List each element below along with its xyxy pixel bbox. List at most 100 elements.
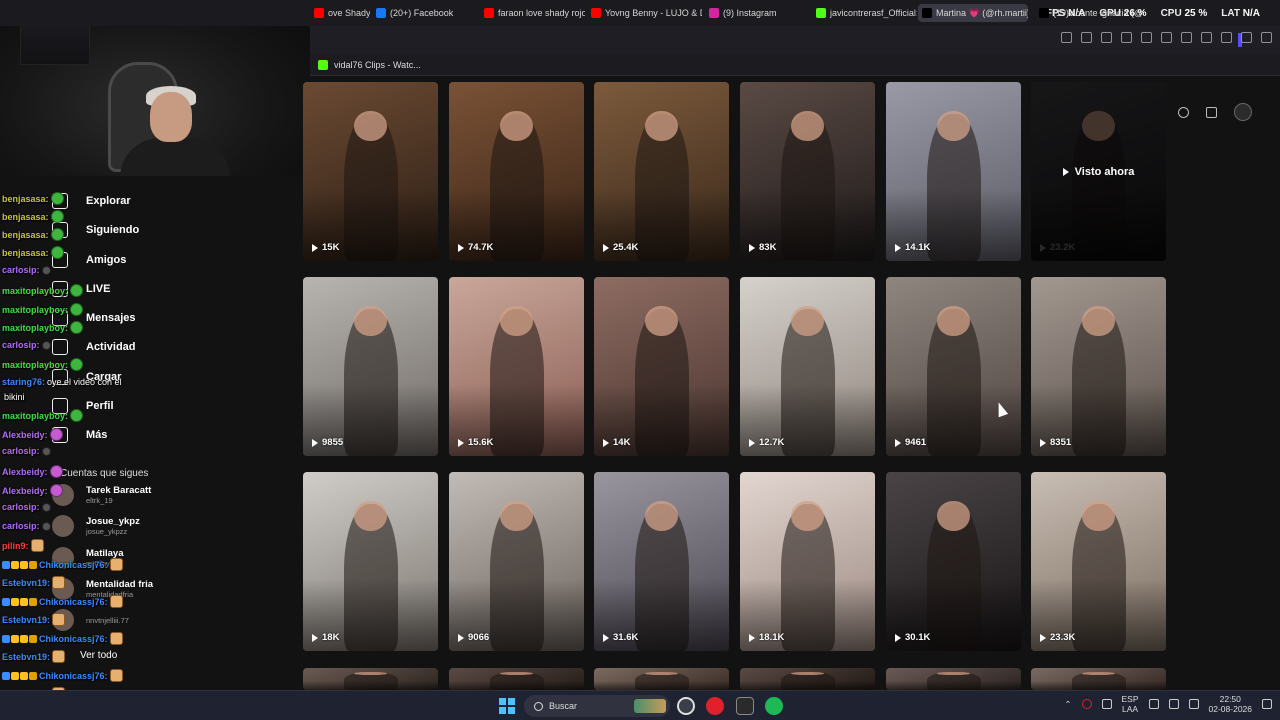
browser-tab[interactable]: javicontrerasf_Official: — [812, 4, 917, 22]
browser-tab[interactable]: Martina 💗 (@rh.martii) — [918, 4, 1028, 22]
battery-icon[interactable] — [1188, 699, 1199, 709]
chat-username[interactable]: benjasasa: — [2, 248, 49, 258]
phone-icon[interactable] — [1205, 106, 1217, 118]
video-thumbnail[interactable]: 31.6K — [594, 472, 729, 651]
camera-icon[interactable] — [1081, 32, 1092, 43]
browser-tab[interactable]: (20+) Facebook — [372, 4, 477, 22]
compass-icon[interactable] — [1178, 106, 1190, 118]
thumbnail-gradient — [1031, 681, 1166, 690]
chat-username[interactable]: Estebvn19: — [2, 615, 50, 625]
chat-username[interactable]: Chikonicassj76: — [39, 634, 108, 644]
video-thumbnail[interactable]: 18.1K — [740, 472, 875, 651]
view-count: 9066 — [458, 632, 489, 643]
video-thumbnail[interactable]: 15.6K — [449, 277, 584, 456]
heart-icon[interactable] — [1161, 32, 1172, 43]
video-thumbnail[interactable]: 9855 — [303, 277, 438, 456]
chat-username[interactable]: maxitoplayboy: — [2, 411, 68, 421]
windows-start-icon[interactable] — [499, 698, 515, 714]
video-thumbnail[interactable]: 74.7K — [449, 82, 584, 261]
language-indicator[interactable]: ESP LAA — [1122, 694, 1139, 714]
video-thumbnail[interactable] — [594, 668, 729, 690]
download-icon[interactable] — [1181, 32, 1192, 43]
spotify-icon[interactable] — [765, 697, 783, 715]
followed-account[interactable]: Josue_ykpz josue_ykpzz — [52, 515, 140, 537]
chat-username[interactable]: pilin9: — [2, 541, 29, 551]
chat-username[interactable]: maxitoplayboy: — [2, 360, 68, 370]
chat-username[interactable]: maxitoplayboy: — [2, 323, 68, 333]
menu-icon[interactable] — [1201, 32, 1212, 43]
ai-icon[interactable] — [1261, 32, 1272, 43]
browser-tab[interactable]: faraon love shady rojo v — [480, 4, 585, 22]
shield-icon[interactable] — [1101, 32, 1112, 43]
sidebar-item-actividad[interactable]: Actividad — [52, 339, 136, 355]
chat-username[interactable]: carlosip: — [2, 521, 40, 531]
video-thumbnail[interactable] — [449, 668, 584, 690]
chat-username[interactable]: staring76: — [2, 377, 45, 387]
video-thumbnail[interactable] — [740, 668, 875, 690]
chat-username[interactable]: benjasasa: — [2, 230, 49, 240]
chat-username[interactable]: carlosip: — [2, 446, 40, 456]
video-thumbnail[interactable]: 18K — [303, 472, 438, 651]
video-thumbnail[interactable]: 23.3K — [1031, 472, 1166, 651]
microphone-icon[interactable] — [1101, 699, 1112, 709]
cube-icon[interactable] — [1241, 32, 1252, 43]
chevron-up-icon[interactable]: ⌃ — [1064, 699, 1071, 710]
notification-bell-icon[interactable] — [1262, 699, 1272, 709]
opera-gx-icon[interactable] — [706, 697, 724, 715]
wallet-icon[interactable] — [1221, 32, 1232, 43]
browser-tab[interactable]: ove Shady - You — [310, 4, 370, 22]
edit-icon[interactable] — [1061, 32, 1072, 43]
video-thumbnail[interactable]: 12.7K — [740, 277, 875, 456]
chat-username[interactable]: maxitoplayboy: — [2, 286, 68, 296]
thumbnail-face — [937, 110, 970, 142]
video-thumbnail[interactable] — [303, 668, 438, 690]
video-thumbnail[interactable] — [1031, 668, 1166, 690]
avatar-button[interactable] — [1233, 103, 1252, 121]
chat-username[interactable]: benjasasa: — [2, 194, 49, 204]
clock[interactable]: 22:50 02-08-2026 — [1209, 694, 1252, 714]
chat-username[interactable]: carlosip: — [2, 265, 40, 275]
chat-username[interactable]: Chikonicassj76: — [39, 560, 108, 570]
video-thumbnail[interactable]: 14.1K — [886, 82, 1021, 261]
epic-games-icon[interactable] — [736, 697, 754, 715]
chat-username[interactable]: Estebvn19: — [2, 652, 50, 662]
video-thumbnail[interactable]: 30.1K — [886, 472, 1021, 651]
chat-username[interactable]: benjasasa: — [2, 212, 49, 222]
chat-username[interactable]: Chikonicassj76: — [39, 671, 108, 681]
video-thumbnail[interactable]: 8351 — [1031, 277, 1166, 456]
extension-icon[interactable] — [1121, 32, 1132, 43]
video-thumbnail[interactable]: 9066 — [449, 472, 584, 651]
video-thumbnail[interactable]: 15K — [303, 82, 438, 261]
video-thumbnail[interactable] — [886, 668, 1021, 690]
browser-tab[interactable]: Yovng Benny - LUJO & D — [587, 4, 702, 22]
settings-gear-icon[interactable] — [677, 697, 695, 715]
sidebar-item-siguiendo[interactable]: Siguiendo — [52, 222, 139, 238]
chat-username[interactable]: carlosip: — [2, 502, 40, 512]
play-icon — [749, 243, 755, 252]
opera-tray-icon[interactable] — [1081, 699, 1092, 709]
volume-icon[interactable] — [1168, 699, 1179, 709]
chat-username[interactable]: Estebvn19: — [2, 578, 50, 588]
chat-username[interactable]: maxitoplayboy: — [2, 305, 68, 315]
video-thumbnail[interactable]: 83K — [740, 82, 875, 261]
video-thumbnail[interactable]: 14K — [594, 277, 729, 456]
bookmark-vidal76[interactable]: vidal76 Clips - Watc... — [334, 60, 421, 70]
chat-username[interactable]: carlosip: — [2, 340, 40, 350]
play-icon[interactable] — [1141, 32, 1152, 43]
sidebar-item-explorar[interactable]: Explorar — [52, 193, 131, 209]
chat-username[interactable]: Alexbeidy: — [2, 467, 48, 477]
chat-username[interactable]: Chikonicassj76: — [39, 597, 108, 607]
chat-username[interactable]: Alexbeidy: — [2, 430, 48, 440]
chat-username[interactable]: Alexbeidy: — [2, 486, 48, 496]
followed-account[interactable]: Tarek Baracatt eltrk_19 — [52, 484, 151, 506]
browser-tab[interactable]: (19)vicente ignacia (@ — [1035, 4, 1145, 22]
video-thumbnail[interactable]: 9461 — [886, 277, 1021, 456]
chat-badges-icon — [2, 560, 37, 569]
network-icon[interactable] — [1148, 699, 1159, 709]
video-thumbnail[interactable]: 23.2KVisto ahora — [1031, 82, 1166, 261]
video-thumbnail[interactable]: 25.4K — [594, 82, 729, 261]
see-all-link[interactable]: Ver todo — [80, 650, 117, 661]
play-icon — [1040, 438, 1046, 447]
browser-tab[interactable]: (9) Instagram — [705, 4, 810, 22]
taskbar-search[interactable]: Buscar — [524, 695, 670, 717]
